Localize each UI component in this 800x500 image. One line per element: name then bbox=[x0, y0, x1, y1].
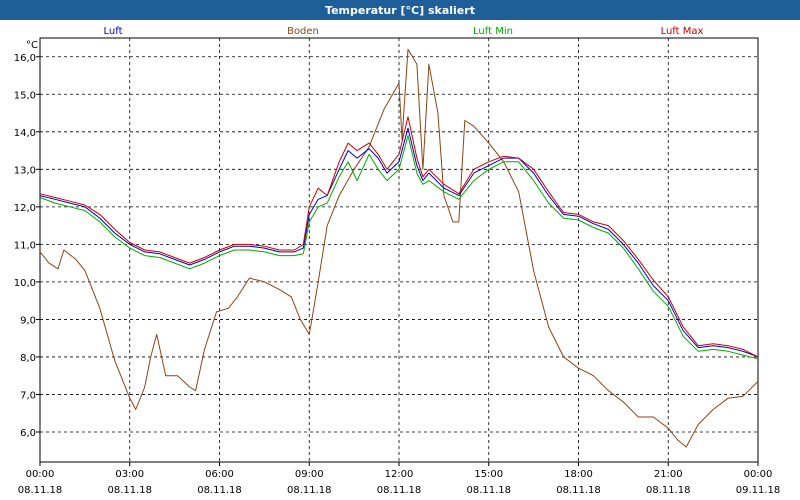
x-tick-date-label: 08.11.18 bbox=[107, 485, 152, 496]
x-tick-date-label: 08.11.18 bbox=[646, 485, 691, 496]
x-tick-date-label: 08.11.18 bbox=[556, 485, 601, 496]
x-tick-date-label: 08.11.18 bbox=[287, 485, 332, 496]
y-tick-label: 9,0 bbox=[20, 315, 36, 326]
legend-entry-luft: Luft bbox=[104, 26, 123, 37]
y-tick-label: 8,0 bbox=[20, 353, 36, 364]
y-tick-label: 12,0 bbox=[14, 203, 36, 214]
series-line-luft-min bbox=[39, 135, 759, 360]
y-tick-label: 16,0 bbox=[14, 53, 36, 64]
legend-entry-luft-min: Luft Min bbox=[473, 26, 513, 37]
x-tick-time-label: 18:00 bbox=[564, 469, 593, 480]
y-axis-unit-label: °C bbox=[26, 40, 38, 51]
x-tick-time-label: 03:00 bbox=[115, 469, 144, 480]
x-tick-time-label: 15:00 bbox=[474, 469, 503, 480]
y-tick-label: 15,0 bbox=[14, 90, 36, 101]
x-tick-date-label: 08.11.18 bbox=[197, 485, 242, 496]
x-tick-date-label: 09.11.18 bbox=[736, 485, 781, 496]
x-tick-time-label: 12:00 bbox=[385, 469, 414, 480]
x-tick-time-label: 09:00 bbox=[295, 469, 324, 480]
y-tick-label: 7,0 bbox=[20, 390, 36, 401]
x-tick-time-label: 00:00 bbox=[744, 469, 773, 480]
chart-title-bar: Temperatur [°C] skaliert bbox=[0, 0, 800, 20]
chart-window: Temperatur [°C] skaliert Luft Boden Luft M… bbox=[0, 0, 800, 500]
x-tick-date-label: 08.11.18 bbox=[377, 485, 422, 496]
legend-entry-boden: Boden bbox=[287, 26, 319, 37]
chart-title: Temperatur [°C] skaliert bbox=[325, 3, 475, 17]
y-tick-label: 11,0 bbox=[14, 240, 36, 251]
legend-entry-luft-max: Luft Max bbox=[661, 26, 704, 37]
temperature-chart: Luft Boden Luft Min Luft Max 6,0 7,0 8,0 9,0 10… bbox=[14, 26, 781, 496]
x-tick-time-label: 06:00 bbox=[205, 469, 234, 480]
x-tick-date-label: 08.11.18 bbox=[466, 485, 511, 496]
y-tick-label: 13,0 bbox=[14, 165, 36, 176]
y-tick-label: 14,0 bbox=[14, 128, 36, 139]
y-tick-label: 6,0 bbox=[20, 428, 36, 439]
y-tick-label: 10,0 bbox=[14, 278, 36, 289]
x-tick-time-label: 00:00 bbox=[26, 469, 55, 480]
x-tick-date-label: 08.11.18 bbox=[18, 485, 63, 496]
x-tick-time-label: 21:00 bbox=[654, 469, 683, 480]
